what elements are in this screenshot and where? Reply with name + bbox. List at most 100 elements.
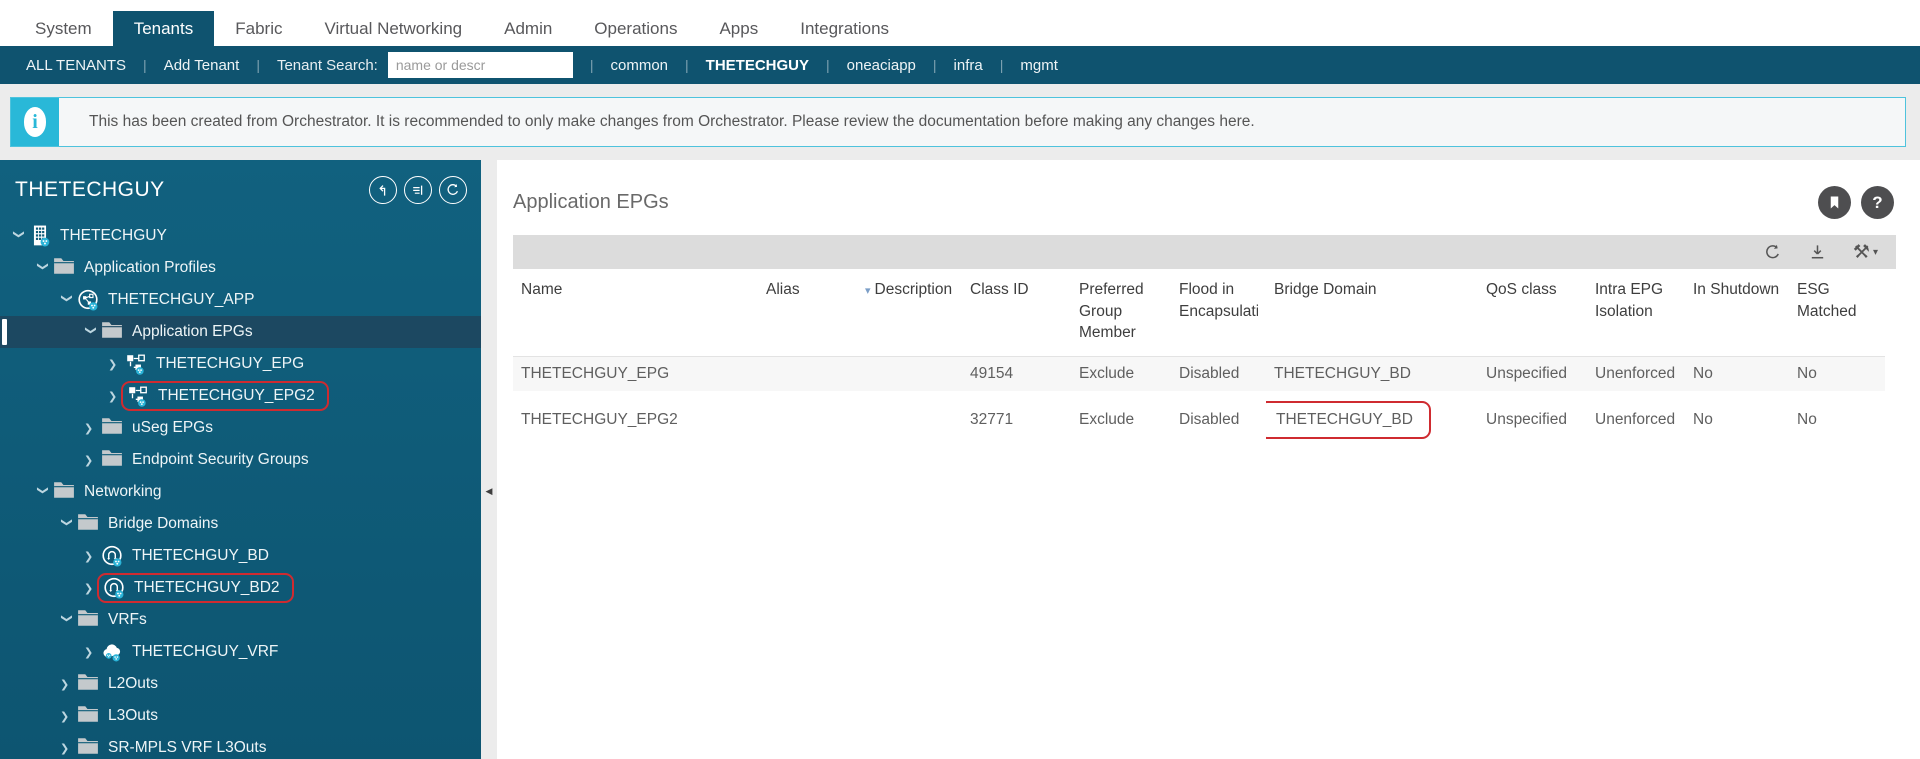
column-header-qos-class[interactable]: QoS class [1478,269,1587,356]
cell-qos-class: Unspecified [1486,365,1567,383]
tree-item-sr-mpls-vrf-l3outs[interactable]: ❯ SR-MPLS VRF L3Outs [0,732,481,759]
tree-item-networking[interactable]: ❯ Networking [0,476,481,508]
column-header-preferred-group-member[interactable]: Preferred Group Member [1071,269,1171,356]
chevron-right-icon[interactable]: ❯ [84,422,101,435]
tenant-icon [29,225,51,247]
tree-item-label: THETECHGUY_BD [132,547,269,564]
table-header-row: Name Alias ▾ Description Class ID Preferr… [513,269,1885,358]
tree-item-thetechguy-tenant[interactable]: ❯ THETECHGUY [0,220,481,252]
cell-intra-epg-isolation: Unenforced [1595,411,1676,429]
folder-icon [77,513,99,535]
column-header-alias[interactable]: Alias [758,269,857,356]
divider: | [685,57,689,73]
tree-item-thetechguy-vrf[interactable]: ❯ THETECHGUY_VRF [0,636,481,668]
chevron-right-icon[interactable]: ❯ [84,454,101,467]
tree-item-endpoint-security-groups[interactable]: ❯ Endpoint Security Groups [0,444,481,476]
tab-operations[interactable]: Operations [573,11,698,46]
tab-apps[interactable]: Apps [698,11,779,46]
cell-flood-in-encapsulation: Disabled [1179,411,1240,429]
tab-tenants[interactable]: Tenants [112,11,215,46]
tree-item-bridge-domains[interactable]: ❯ Bridge Domains [0,508,481,540]
tree-item-l3outs[interactable]: ❯ L3Outs [0,700,481,732]
tenant-link-thetechguy[interactable]: THETECHGUY [706,57,809,74]
table-row[interactable]: THETECHGUY_EPG 49154 Exclude Disabled TH… [513,357,1885,392]
all-tenants-link[interactable]: ALL TENANTS [26,57,126,74]
tree-item-vrfs[interactable]: ❯ VRFs [0,604,481,636]
column-header-name[interactable]: Name [513,269,758,356]
cell-bridge-domain: THETECHGUY_BD [1266,391,1478,449]
column-header-in-shutdown[interactable]: In Shutdown [1685,269,1789,356]
bridge-domain-icon [103,577,125,599]
folder-icon [77,705,99,727]
tree-item-l2outs[interactable]: ❯ L2Outs [0,668,481,700]
filter-list-icon[interactable] [404,176,432,204]
tree-item-label: Application EPGs [132,323,253,340]
tree-item-thetechguy-epg2[interactable]: ❯ THETECHGUY_EPG2 [0,380,481,412]
tenant-link-mgmt[interactable]: mgmt [1020,57,1058,74]
chevron-down-icon[interactable]: ❯ [60,517,73,534]
folder-icon [77,673,99,695]
table-row[interactable]: THETECHGUY_EPG2 32771 Exclude Disabled T… [513,391,1885,449]
cell-description [857,412,962,428]
tree-item-application-profiles[interactable]: ❯ Application Profiles [0,252,481,284]
tree-item-useg-epgs[interactable]: ❯ uSeg EPGs [0,412,481,444]
chevron-down-icon[interactable]: ❯ [60,293,73,310]
top-navbar: System Tenants Fabric Virtual Networking… [0,0,1920,46]
chevron-down-icon[interactable]: ❯ [12,229,25,246]
orchestrator-warning-banner: i This has been created from Orchestrato… [10,97,1906,147]
tree-item-thetechguy-epg[interactable]: ❯ THETECHGUY_EPG [0,348,481,380]
tree-item-label: THETECHGUY [60,227,167,244]
red-highlight-outline: THETECHGUY_BD2 [97,573,294,603]
chevron-right-icon[interactable]: ❯ [108,358,125,371]
column-header-flood-in-encapsulation[interactable]: Flood in Encapsulation [1171,269,1266,356]
cell-in-shutdown: No [1693,411,1713,429]
tenant-link-oneaciapp[interactable]: oneaciapp [847,57,916,74]
chevron-right-icon[interactable]: ❯ [84,550,101,563]
chevron-right-icon[interactable]: ❯ [84,646,101,659]
caret-down-icon: ▾ [1872,246,1878,258]
tenant-bar: ALL TENANTS | Add Tenant | Tenant Search… [0,46,1920,84]
column-header-esg-matched[interactable]: ESG Matched [1789,269,1885,356]
column-header-bridge-domain[interactable]: Bridge Domain [1266,269,1478,356]
chevron-down-icon[interactable]: ❯ [36,485,49,502]
tree-item-label: VRFs [108,611,147,628]
column-header-intra-epg-isolation[interactable]: Intra EPG Isolation [1587,269,1685,356]
tree-item-thetechguy-bd[interactable]: ❯ THETECHGUY_BD [0,540,481,572]
cell-class-id: 32771 [970,411,1014,429]
tab-admin[interactable]: Admin [483,11,573,46]
chevron-down-icon[interactable]: ❯ [84,325,97,342]
cell-in-shutdown: No [1693,365,1713,383]
chevron-right-icon[interactable]: ❯ [60,742,77,755]
page-title: Application EPGs [513,191,669,213]
help-button[interactable]: ? [1861,186,1894,219]
tenant-link-infra[interactable]: infra [954,57,983,74]
exit-up-icon[interactable] [369,176,397,204]
tree-item-thetechguy-app[interactable]: ❯ THETECHGUY_APP [0,284,481,316]
sidebar-gutter: ◀ [481,160,497,759]
tenant-search-input[interactable] [387,52,573,78]
chevron-right-icon[interactable]: ❯ [60,710,77,723]
sidebar-collapse-handle[interactable]: ◀ [481,478,497,504]
tenant-link-common[interactable]: common [611,57,669,74]
tree-item-application-epgs[interactable]: ❯ Application EPGs [0,316,481,348]
tab-fabric[interactable]: Fabric [214,11,303,46]
bookmark-button[interactable] [1818,186,1851,219]
column-header-class-id[interactable]: Class ID [962,269,1071,356]
tab-virtual-networking[interactable]: Virtual Networking [303,11,483,46]
column-header-description[interactable]: ▾ Description [857,269,962,356]
refresh-icon[interactable] [1763,243,1782,262]
tree-item-thetechguy-bd2[interactable]: ❯ THETECHGUY_BD2 [0,572,481,604]
refresh-icon[interactable] [439,176,467,204]
tab-integrations[interactable]: Integrations [779,11,910,46]
cell-preferred-group-member: Exclude [1079,365,1135,383]
chevron-down-icon[interactable]: ❯ [60,613,73,630]
tab-system[interactable]: System [14,11,113,46]
add-tenant-link[interactable]: Add Tenant [164,57,240,74]
tree-item-label: Application Profiles [84,259,216,276]
chevron-right-icon[interactable]: ❯ [60,678,77,691]
banner-text: This has been created from Orchestrator.… [89,113,1255,130]
download-icon[interactable] [1808,243,1827,262]
cell-class-id: 49154 [970,365,1014,383]
tools-settings-icon[interactable]: ⚒ ▾ [1853,243,1878,262]
chevron-down-icon[interactable]: ❯ [36,261,49,278]
